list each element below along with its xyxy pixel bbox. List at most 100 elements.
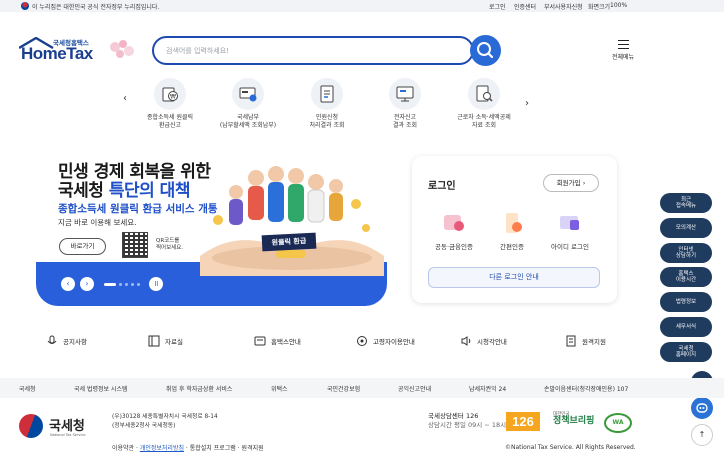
web-accessibility-mark: WA [604, 413, 632, 433]
nts-footer-logo: 국세청 National Tax Service [19, 412, 89, 440]
related-site-link[interactable]: 국세 법령정보 시스템 [74, 384, 128, 393]
quick-service-label: 전자신고 결과 조회 [393, 114, 417, 129]
document-icon [320, 85, 334, 103]
quick-service-label: 근로자 소득·세액공제 자료 조회 [457, 114, 511, 129]
hometax-guide-link[interactable]: 홈택스안내 [254, 334, 301, 348]
related-site-link[interactable]: 국세청 [19, 384, 36, 393]
side-tax-forms[interactable]: 세무서식 [660, 317, 712, 337]
search-doc-icon [476, 85, 493, 102]
certificate-icon [444, 215, 464, 231]
quick-service-e-filing[interactable]: 전자신고 결과 조회 [367, 78, 443, 130]
side-recent-menu[interactable]: 최근 접속메뉴 [660, 193, 712, 213]
join-button[interactable]: 회원가입 › [543, 174, 599, 192]
gov-notice-text: 이 누리집은 대한민국 공식 전자정부 누리집입니다. [32, 4, 160, 11]
privacy-link[interactable]: 개인정보처리방침 [140, 445, 184, 452]
dept-user-link[interactable]: 부서사용자신청 [544, 2, 583, 11]
simple-cert-login[interactable]: 간편인증 [484, 211, 540, 251]
hamburger-icon [617, 40, 629, 49]
id-login[interactable]: 아이디 로그인 [542, 211, 598, 251]
av-guide-link[interactable]: 시청각안내 [460, 334, 507, 348]
chatbot-button[interactable] [691, 397, 713, 419]
other-login-guide-button[interactable]: 다른 로그인 안내 [428, 267, 600, 288]
megaphone-icon [47, 335, 57, 344]
scroll-top-button[interactable]: ↑ [691, 424, 713, 446]
banner-next-button[interactable]: › [80, 277, 94, 291]
monitor-icon [396, 86, 414, 102]
zoom-label: 화면크기 [588, 4, 611, 11]
remote-icon [566, 335, 576, 347]
install-program-link[interactable]: 통합설치 프로그램 [190, 445, 236, 452]
banner-prev-button[interactable]: ‹ [61, 277, 75, 291]
joint-cert-login[interactable]: 공동·금융인증 [426, 211, 482, 251]
side-hours[interactable]: 홈택스 이용시간 [660, 267, 712, 287]
side-online-consult[interactable]: 인터넷 상담하기 [660, 243, 712, 263]
info-icon [254, 336, 266, 346]
one-click-refund-badge: 원클릭 환급 [261, 232, 317, 252]
hero-shortcut-button[interactable]: 바로가기 [59, 238, 106, 255]
cert-center-link[interactable]: 인증센터 [514, 2, 536, 11]
zoom-value[interactable]: 100% [610, 2, 627, 9]
all-menu-button[interactable]: 전체메뉴 [612, 40, 634, 70]
login-title: 로그인 [428, 181, 456, 192]
elderly-guide-link[interactable]: 고령자이용안내 [356, 334, 415, 348]
gov-notice-bar: 이 누리집은 대한민국 공식 전자정부 누리집입니다. 로그인 인증센터 부서사… [0, 0, 724, 12]
side-simulation[interactable]: 모의계산 [660, 218, 712, 238]
hero-subtitle-2: 지금 바로 이용해 보세요. [58, 218, 137, 227]
hero-illustration [200, 166, 384, 276]
elderly-icon [357, 336, 367, 346]
search-icon [477, 42, 494, 59]
side-nts-home[interactable]: 국세청 홈페이지 [660, 342, 712, 362]
related-site-link[interactable]: 위택스 [271, 384, 288, 393]
sound-icon [461, 336, 471, 346]
svg-text:₩: ₩ [170, 94, 176, 101]
quick-service-civil[interactable]: 민원신청 처리결과 조회 [289, 78, 365, 130]
related-site-link[interactable]: 공익신고안내 [398, 384, 431, 393]
chatbot-icon [696, 403, 708, 413]
footer-policy-links: 이용약관 · 개인정보처리방침 · 통합설치 프로그램 · 원격지원 [112, 445, 264, 452]
archive-icon [148, 335, 160, 347]
call-126-logo: 126 [506, 412, 540, 431]
archive-link[interactable]: 자료실 [148, 334, 183, 348]
quick-service-deduction[interactable]: 근로자 소득·세액공제 자료 조회 [446, 78, 522, 130]
logo-title: HomeTax [21, 44, 93, 63]
search-button[interactable] [470, 35, 501, 66]
mobile-auth-icon [506, 213, 522, 233]
hometax-logo[interactable]: 국세청홈택스 HomeTax [19, 37, 134, 67]
all-menu-label: 전체메뉴 [612, 54, 635, 61]
related-sites-bar: 국세청 국세 법령정보 시스템 취업 후 학자금상환 서비스 위택스 국민건강보… [0, 378, 724, 398]
related-site-link[interactable]: 국민건강보험 [327, 384, 360, 393]
banner-pagination [104, 283, 140, 286]
hero-subtitle: 종합소득세 원클릭 환급 서비스 개통 [58, 203, 218, 215]
quick-service-label: 종합소득세 원클릭 환급신고 [146, 114, 194, 129]
policy-briefing-logo[interactable]: 대한민국 정책브리핑 [553, 412, 594, 426]
taegeuk-emblem-icon [19, 414, 43, 438]
tax-payment-icon [239, 87, 257, 102]
top-login-link[interactable]: 로그인 [489, 2, 506, 11]
qr-code [122, 232, 148, 258]
notice-link[interactable]: 공지사항 [46, 334, 87, 348]
related-site-link[interactable]: 손말이음센터(청각장애인용) 107 [544, 384, 628, 393]
quick-service-label: 민원신청 처리결과 조회 [309, 114, 345, 129]
side-law-info[interactable]: 법령정보 [660, 292, 712, 312]
refund-icon: ₩ [162, 87, 178, 102]
call-center-info: 국세상담센터 126 상담시간 평일 09시 ~ 18시 [428, 412, 507, 429]
quick-service-payment[interactable]: 국세납부 (납부할세액 조회납부) [210, 78, 286, 130]
quick-service-refund[interactable]: ₩ 종합소득세 원클릭 환급신고 [132, 78, 208, 130]
banner-pause-button[interactable]: ॥ [149, 277, 163, 291]
search-input[interactable]: 검색어를 입력하세요! [152, 36, 474, 65]
login-panel: 로그인 회원가입 › 공동·금융인증 간편인증 아이디 로그인 다른 로그인 안… [412, 156, 617, 303]
remote-support-link[interactable]: 원격지원 [565, 334, 606, 348]
hero-headline-2: 국세청 특단의 대책 [58, 181, 190, 201]
quick-service-label: 국세납부 (납부할세액 조회납부) [219, 114, 277, 129]
korea-flag-icon [21, 2, 29, 10]
terms-link[interactable]: 이용약관 [112, 445, 134, 452]
qr-caption: QR코드를 찍어보세요. [156, 238, 184, 251]
cherry-blossom-icon [110, 40, 134, 58]
copyright: ©National Tax Service. All Rights Reserv… [505, 444, 636, 451]
related-site-link[interactable]: 취업 후 학자금상환 서비스 [166, 384, 232, 393]
remote-link[interactable]: 원격지원 [242, 445, 264, 452]
search-placeholder: 검색어를 입력하세요! [166, 47, 229, 55]
related-site-link[interactable]: 납세자권익 24 [469, 384, 506, 393]
footer-address: (우)30128 세종특별자치시 국세청로 8-14 (정부세종2청사 국세청동… [112, 414, 218, 429]
id-card-icon [560, 216, 579, 230]
